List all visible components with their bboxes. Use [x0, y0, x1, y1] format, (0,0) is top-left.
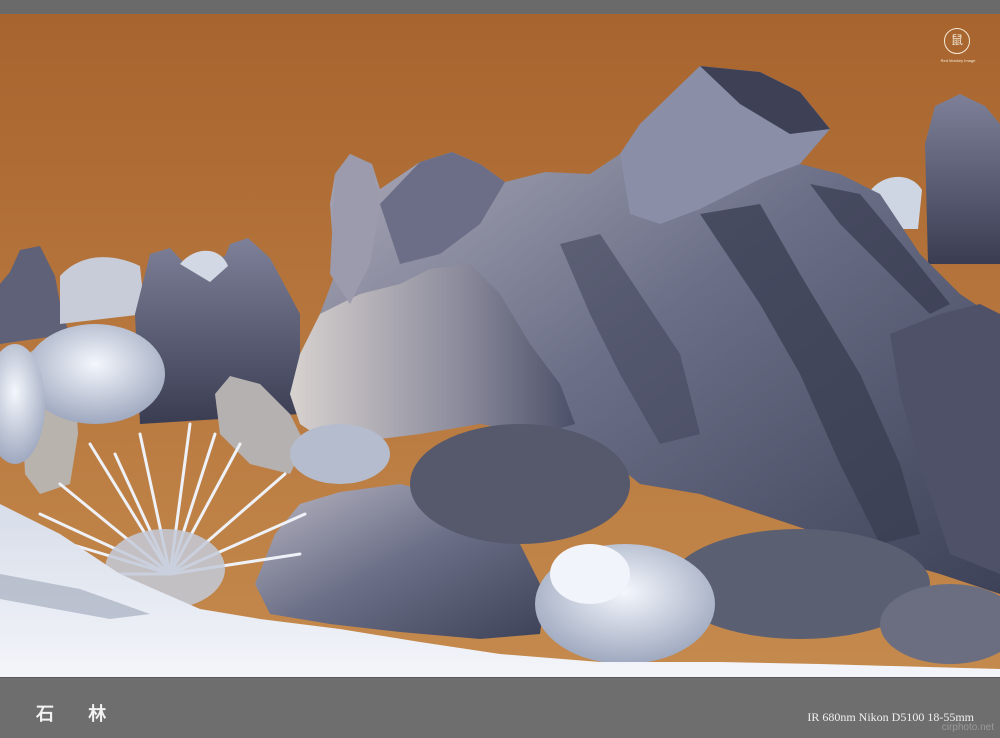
site-watermark: cirphoto.net	[941, 722, 994, 733]
infrared-stone-forest-photo	[0, 14, 1000, 677]
photographer-logo: 鼠 Red Monkey Image	[940, 28, 976, 68]
photo-frame: 鼠 Red Monkey Image 石 林 IR 680nm Nikon D5…	[0, 0, 1000, 738]
caption-bar: 石 林 IR 680nm Nikon D5100 18-55mm cirphot…	[0, 677, 1000, 738]
logo-text: Red Monkey Image	[940, 58, 976, 63]
bright-foreground-bush	[535, 544, 715, 664]
photo-title: 石 林	[36, 704, 121, 725]
logo-icon: 鼠	[944, 28, 970, 54]
top-border	[0, 0, 1000, 14]
